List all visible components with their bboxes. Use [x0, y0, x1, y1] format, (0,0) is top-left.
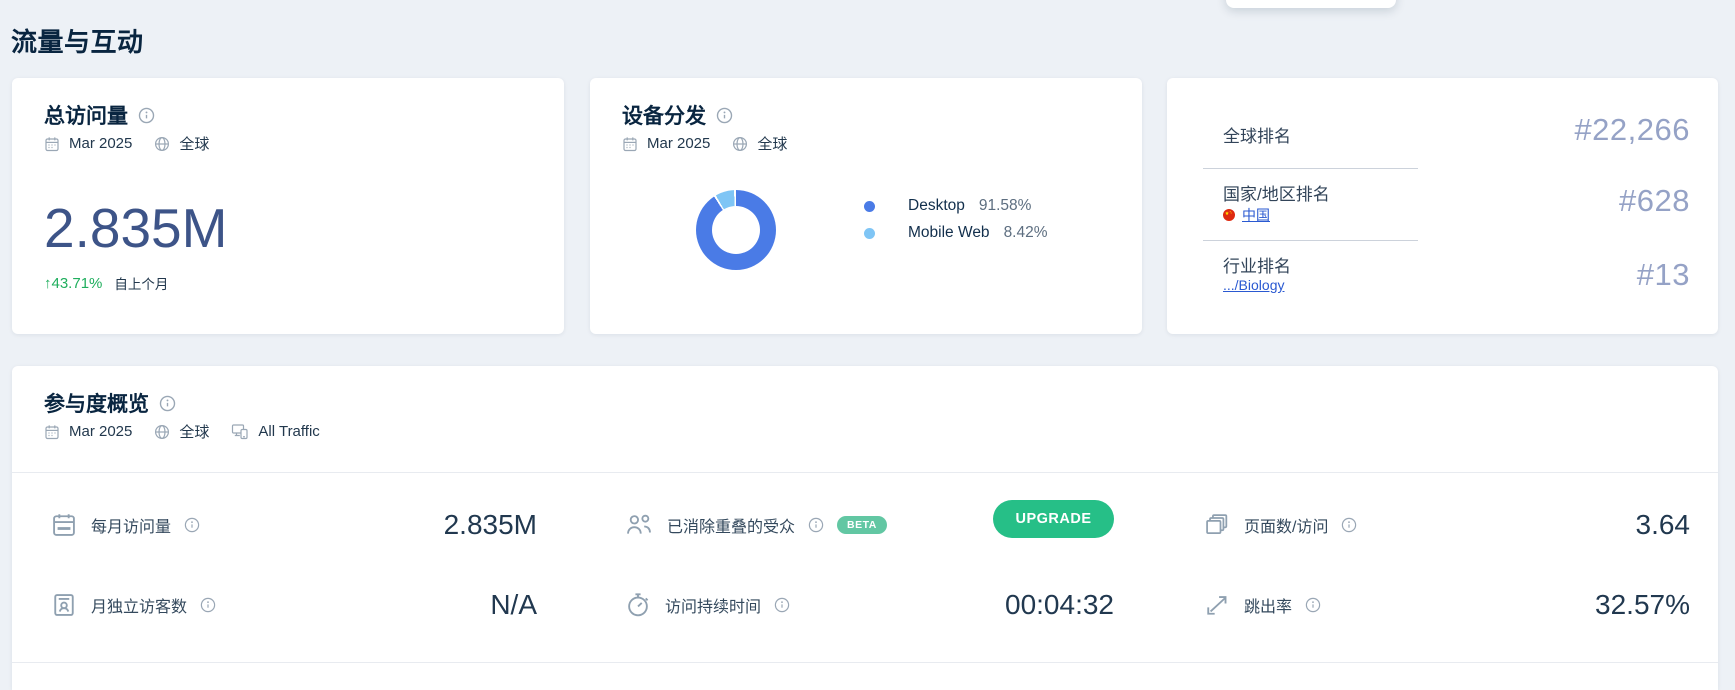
change-note: 自上个月	[114, 273, 168, 293]
upgrade-button[interactable]: UPGRADE	[993, 500, 1114, 538]
calendar-icon	[50, 511, 78, 539]
country-rank-value: #628	[1619, 183, 1690, 219]
metric-label: 已消除重叠的受众	[667, 513, 795, 537]
divider	[12, 662, 1718, 663]
total-visits-title: 总访问量	[44, 100, 128, 130]
industry-rank-link[interactable]: .../Biology	[1223, 277, 1284, 293]
metric-label: 月独立访客数	[91, 593, 187, 617]
mobile-dot-icon	[864, 228, 875, 239]
desktop-dot-icon	[864, 201, 875, 212]
device-legend: Desktop 91.58% Mobile Web 8.42%	[864, 197, 1048, 242]
info-icon[interactable]	[1341, 517, 1357, 533]
info-icon[interactable]	[184, 517, 200, 533]
industry-rank-value: #13	[1637, 257, 1690, 293]
globe-icon	[154, 136, 170, 152]
period-label: Mar 2025	[69, 135, 132, 152]
global-rank-value: #22,266	[1574, 112, 1690, 148]
region-label: 全球	[179, 133, 209, 154]
legend-item-desktop: Desktop 91.58%	[864, 197, 1048, 215]
engagement-overview-card: 参与度概览 Mar 2025 全球 All Traffic 每月访问量 2.83…	[12, 366, 1718, 690]
calendar-icon	[44, 424, 60, 440]
bounce-rate-metric: 跳出率	[1203, 591, 1321, 619]
change-up-value: ↑43.71%	[44, 275, 102, 292]
stopwatch-icon	[624, 591, 652, 619]
unique-visitors-metric: 月独立访客数	[50, 591, 216, 619]
monthly-visits-metric: 每月访问量	[50, 511, 200, 539]
info-icon[interactable]	[138, 107, 155, 124]
period-label: Mar 2025	[647, 135, 710, 152]
visit-duration-value: 00:04:32	[914, 589, 1114, 621]
traffic-filter-label: All Traffic	[258, 423, 319, 440]
info-icon[interactable]	[1305, 597, 1321, 613]
legend-label: Mobile Web	[908, 224, 990, 242]
legend-value: 91.58%	[979, 197, 1032, 215]
pages-per-visit-metric: 页面数/访问	[1203, 511, 1357, 539]
metric-label: 访问持续时间	[665, 593, 761, 617]
divider	[1203, 240, 1418, 241]
total-visits-card: 总访问量 Mar 2025 全球 2.835M ↑43.71% 自上个月	[12, 78, 564, 334]
info-icon[interactable]	[716, 107, 733, 124]
country-rank-label: 国家/地区排名	[1223, 180, 1330, 205]
unique-visitor-icon	[50, 591, 78, 619]
info-icon[interactable]	[200, 597, 216, 613]
legend-item-mobile-web: Mobile Web 8.42%	[864, 224, 1048, 242]
region-label: 全球	[757, 133, 787, 154]
info-icon[interactable]	[808, 517, 824, 533]
bounce-rate-value: 32.57%	[1490, 589, 1690, 621]
deduplicated-audience-metric: 已消除重叠的受众 BETA	[624, 512, 887, 538]
rankings-card: 全球排名 #22,266 国家/地区排名 中国 #628 行业排名 .../Bi…	[1167, 78, 1718, 334]
page-title: 流量与互动	[11, 22, 144, 59]
globe-icon	[154, 424, 170, 440]
total-visits-value: 2.835M	[44, 200, 227, 256]
china-flag-icon	[1223, 209, 1235, 221]
global-rank-label: 全球排名	[1223, 122, 1291, 147]
metric-label: 跳出率	[1244, 593, 1292, 617]
pages-per-visit-value: 3.64	[1490, 509, 1690, 541]
pages-icon	[1203, 511, 1231, 539]
floating-panel-cutoff	[1226, 0, 1396, 8]
calendar-icon	[44, 136, 60, 152]
calendar-icon	[622, 136, 638, 152]
beta-badge: BETA	[837, 516, 887, 535]
monthly-visits-value: 2.835M	[387, 509, 537, 541]
traffic-filter-icon	[231, 423, 249, 440]
audience-icon	[624, 512, 654, 538]
divider	[12, 472, 1718, 473]
globe-icon	[732, 136, 748, 152]
period-label: Mar 2025	[69, 423, 132, 440]
unique-visitors-value: N/A	[387, 589, 537, 621]
bounce-arrow-icon	[1203, 591, 1231, 619]
device-distribution-title: 设备分发	[622, 100, 706, 130]
engagement-title: 参与度概览	[44, 388, 149, 418]
info-icon[interactable]	[159, 395, 176, 412]
metric-label: 页面数/访问	[1244, 513, 1328, 537]
divider	[1203, 168, 1418, 169]
info-icon[interactable]	[774, 597, 790, 613]
device-donut-chart	[696, 190, 776, 270]
country-rank-link[interactable]: 中国	[1242, 205, 1270, 225]
visit-duration-metric: 访问持续时间	[624, 591, 790, 619]
metric-label: 每月访问量	[91, 513, 171, 537]
legend-label: Desktop	[908, 197, 965, 215]
region-label: 全球	[179, 421, 209, 442]
device-distribution-card: 设备分发 Mar 2025 全球 Desktop 91.58% Mobile W…	[590, 78, 1142, 334]
legend-value: 8.42%	[1004, 224, 1048, 242]
industry-rank-label: 行业排名	[1223, 252, 1291, 277]
